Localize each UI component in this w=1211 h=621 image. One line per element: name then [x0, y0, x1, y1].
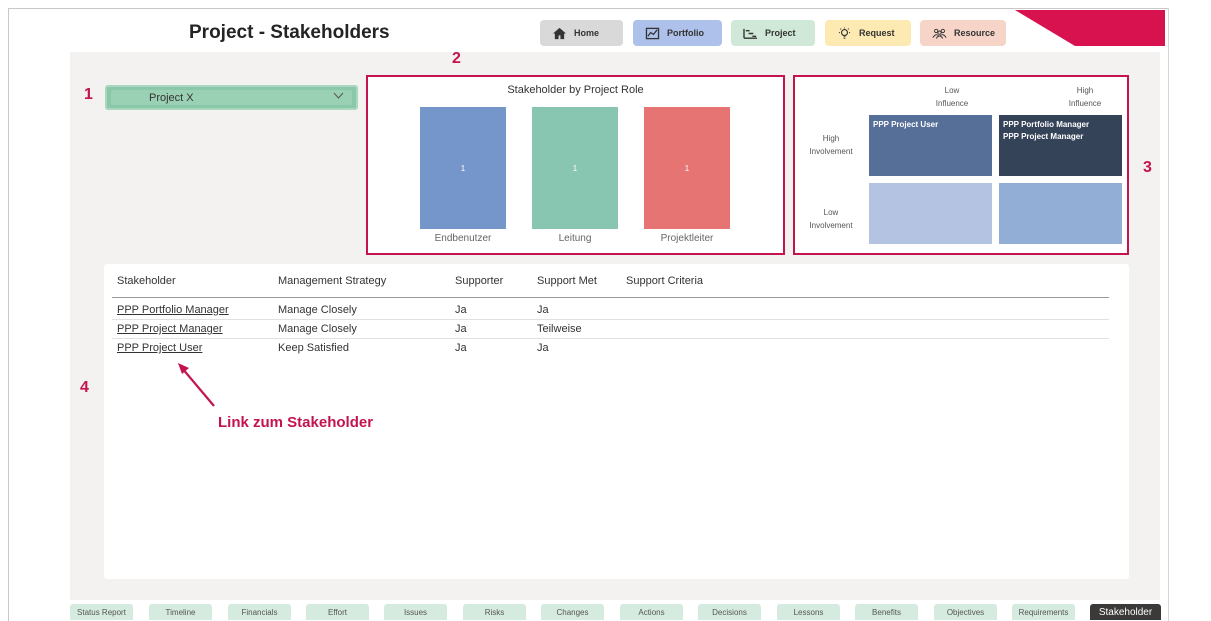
callout-1: 1: [84, 86, 93, 103]
tab-benefits[interactable]: Benefits: [855, 604, 918, 620]
role-chart-panel: Stakeholder by Project Role 1 Endbenutzer…: [366, 75, 785, 255]
tab-financials[interactable]: Financials: [228, 604, 291, 620]
table-cell: Ja: [537, 342, 549, 354]
tab-issues[interactable]: Issues: [384, 604, 447, 620]
table-cell: Ja: [455, 304, 467, 316]
nav-portfolio-label: Portfolio: [667, 28, 704, 38]
lightbulb-icon: [838, 26, 851, 39]
stakeholder-link[interactable]: PPP Project Manager: [117, 323, 223, 335]
callout-3: 3: [1143, 159, 1152, 176]
col-header-support-criteria[interactable]: Support Criteria: [626, 275, 703, 287]
tab-status-report[interactable]: Status Report: [70, 604, 133, 620]
portfolio-chart-icon: [645, 27, 660, 39]
matrix-row-low-involvement: Low Involvement: [795, 206, 867, 232]
matrix-cell-entry: PPP Project User: [873, 120, 939, 129]
matrix-col-high-line1: High: [1076, 86, 1094, 95]
table-cell: Teilweise: [537, 323, 582, 335]
callout-4: 4: [80, 379, 89, 396]
table-row-divider: [112, 338, 1109, 339]
matrix-cell-high-involvement-low-influence[interactable]: PPP Project User: [869, 115, 992, 176]
annotation-text: Link zum Stakeholder: [218, 414, 374, 431]
nav-project-button[interactable]: Project: [731, 20, 815, 46]
table-cell: Ja: [537, 304, 549, 316]
matrix-cell-low-involvement-high-influence[interactable]: [999, 183, 1122, 244]
tab-requirements[interactable]: Requirements: [1012, 604, 1075, 620]
matrix-col-low-line1: Low: [944, 86, 960, 95]
col-header-support-met[interactable]: Support Met: [537, 275, 597, 287]
matrix-cell-high-involvement-high-influence[interactable]: PPP Portfolio Manager PPP Project Manage…: [999, 115, 1122, 176]
matrix-row-high-line2: Involvement: [809, 147, 853, 156]
role-chart-title: Stakeholder by Project Role: [507, 84, 644, 96]
table-cell: Manage Closely: [278, 323, 357, 335]
matrix-row-low-line2: Involvement: [809, 221, 853, 230]
frame-right-border: [1168, 8, 1169, 621]
matrix-cell-low-involvement-low-influence[interactable]: [869, 183, 992, 244]
tab-stakeholder[interactable]: Stakeholder: [1090, 604, 1161, 620]
table-cell: Ja: [455, 342, 467, 354]
col-header-supporter[interactable]: Supporter: [455, 275, 503, 287]
brand-accent-shape: [1015, 10, 1165, 46]
nav-home-button[interactable]: Home: [540, 20, 623, 46]
matrix-cell-entry: PPP Portfolio Manager: [1003, 120, 1090, 129]
nav-request-button[interactable]: Request: [825, 20, 911, 46]
stakeholder-link[interactable]: PPP Portfolio Manager: [117, 304, 229, 316]
callout-2: 2: [452, 50, 461, 67]
bar-data-label: 1: [572, 163, 578, 173]
tab-decisions[interactable]: Decisions: [698, 604, 761, 620]
matrix-col-low-line2: Influence: [935, 99, 969, 108]
tab-objectives[interactable]: Objectives: [934, 604, 997, 620]
table-cell: Keep Satisfied: [278, 342, 349, 354]
nav-resource-button[interactable]: Resource: [920, 20, 1006, 46]
col-header-stakeholder[interactable]: Stakeholder: [117, 275, 176, 287]
home-icon: [553, 27, 566, 39]
tab-effort[interactable]: Effort: [306, 604, 369, 620]
tab-risks[interactable]: Risks: [463, 604, 526, 620]
bar-category-label: Leitung: [558, 233, 592, 244]
table-cell: Ja: [455, 323, 467, 335]
bar-data-label: 1: [460, 163, 466, 173]
tab-lessons[interactable]: Lessons: [777, 604, 840, 620]
tab-actions[interactable]: Actions: [620, 604, 683, 620]
page-title: Project - Stakeholders: [189, 22, 390, 43]
gantt-icon: [743, 28, 757, 39]
table-row-divider: [112, 319, 1109, 320]
nav-resource-label: Resource: [954, 28, 996, 38]
nav-home-label: Home: [574, 28, 600, 38]
nav-request-label: Request: [859, 28, 895, 38]
matrix-col-high-line2: Influence: [1068, 99, 1102, 108]
annotation-arrow-icon: [178, 363, 215, 407]
tab-changes[interactable]: Changes: [541, 604, 604, 620]
chevron-down-icon: [333, 92, 344, 99]
people-icon: [932, 28, 947, 39]
nav-project-label: Project: [765, 28, 796, 38]
bar-category-label: Projektleiter: [660, 233, 714, 244]
stakeholder-link[interactable]: PPP Project User: [117, 342, 202, 354]
influence-matrix-panel: Low Influence High Influence High Involv…: [793, 75, 1129, 255]
table-header-divider: [112, 297, 1109, 298]
nav-portfolio-button[interactable]: Portfolio: [633, 20, 722, 46]
table-cell: Manage Closely: [278, 304, 357, 316]
matrix-col-high-influence: High Influence: [1030, 84, 1140, 110]
matrix-col-low-influence: Low Influence: [897, 84, 1007, 110]
matrix-row-low-line1: Low: [823, 208, 839, 217]
matrix-row-high-involvement: High Involvement: [795, 132, 867, 158]
bar-projektleiter[interactable]: 1: [644, 107, 730, 229]
tab-timeline[interactable]: Timeline: [149, 604, 212, 620]
bar-leitung[interactable]: 1: [532, 107, 618, 229]
project-select-value: Project X: [111, 90, 352, 105]
bar-category-label: Endbenutzer: [434, 233, 492, 244]
matrix-cell-entry: PPP Project Manager: [1003, 132, 1084, 141]
project-select[interactable]: Project X: [105, 85, 358, 110]
bar-data-label: 1: [684, 163, 690, 173]
bar-endbenutzer[interactable]: 1: [420, 107, 506, 229]
matrix-row-high-line1: High: [822, 134, 840, 143]
col-header-management-strategy[interactable]: Management Strategy: [278, 275, 386, 287]
